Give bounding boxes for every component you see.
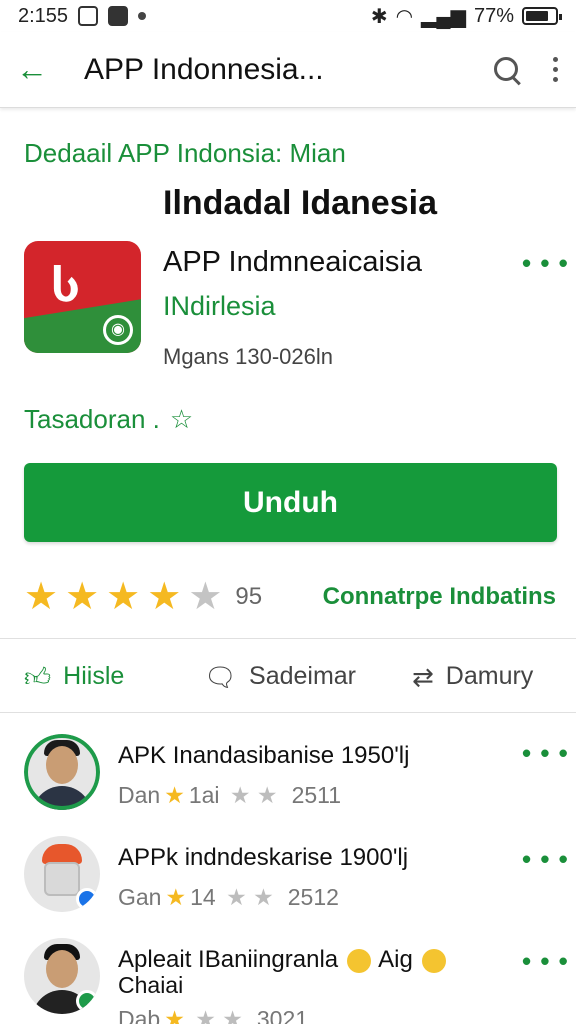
- app-more-icon[interactable]: • • •: [522, 248, 569, 279]
- avatar: [24, 938, 100, 1014]
- star-outline-icon: ☆: [169, 404, 194, 434]
- app-icon-glyph: Ⴑ: [52, 262, 80, 311]
- battery-percent: 77%: [473, 4, 514, 27]
- divider: [0, 638, 576, 639]
- wifi-icon: ◠: [395, 5, 414, 28]
- app-icon: Ⴑ ◉: [24, 241, 141, 353]
- status-time: 2:155: [18, 4, 69, 27]
- star-icon: ★ ★: [188, 1006, 243, 1024]
- star-icon: ★: [164, 782, 185, 808]
- page-title: Ilndadal Idanesia: [163, 184, 437, 222]
- review-more-icon[interactable]: • • •: [522, 738, 569, 769]
- notification-icon: [78, 6, 99, 26]
- review-meta: Gan ★ 14 ★ ★ 2512: [118, 884, 339, 910]
- emoji-icon: [346, 948, 371, 973]
- review-meta: Dan ★ 1ai ★ ★ 2511: [118, 782, 342, 808]
- overflow-menu-icon[interactable]: [550, 57, 560, 82]
- review-title: Apleait IBaniingranla Aig: [118, 946, 448, 974]
- app-badge-icon: ◉: [103, 315, 133, 345]
- tab-like[interactable]: 👍︎ Hiisle: [24, 662, 124, 691]
- list-item[interactable]: APPk indndeskarise 1900'lj Gan ★ 14 ★ ★ …: [0, 836, 576, 936]
- battery-icon: [522, 7, 562, 25]
- list-item[interactable]: Apleait IBaniingranla Aig Chaiai Dab ★ ★…: [0, 938, 576, 1024]
- thumbs-up-icon: 👍︎: [24, 661, 52, 692]
- star-icon-1: ★: [24, 576, 59, 618]
- tag-row[interactable]: Tasadoran . ☆: [24, 404, 193, 435]
- star-icon: ★ ★: [219, 884, 274, 910]
- search-icon[interactable]: [492, 55, 522, 85]
- rating-count: 95: [235, 583, 263, 610]
- star-icon-2: ★: [65, 576, 100, 618]
- divider: [0, 712, 576, 713]
- tag-label: Tasadoran .: [24, 404, 160, 434]
- back-arrow-icon[interactable]: ←: [16, 51, 56, 88]
- rating-row: ★ ★ ★ ★ ★ 95 Connatrpe Indbatins: [24, 574, 556, 620]
- review-more-icon[interactable]: • • •: [522, 946, 569, 977]
- app-developer[interactable]: INdirlesia: [163, 291, 276, 322]
- breadcrumb[interactable]: Dedaail APP Indonsia: Mian: [24, 138, 346, 169]
- tab-share-label: Damury: [445, 662, 534, 690]
- share-icon: ⇄: [412, 661, 434, 692]
- star-icon: ★: [165, 884, 187, 910]
- more-notifications-icon: [138, 12, 147, 20]
- avatar: [24, 734, 100, 810]
- status-bar: 2:155 ✱ ◠ ▂▄▆ 77%: [0, 0, 576, 32]
- action-tabs: 👍︎ Hiisle 🗨︎ Sadeimar ⇄ Damury: [0, 640, 576, 712]
- app-notification-icon: [108, 6, 129, 26]
- tab-comment-label: Sadeimar: [249, 662, 357, 690]
- review-meta: Dab ★ ★ ★ 3021: [118, 1006, 308, 1024]
- signal-icon: ▂▄▆: [421, 5, 466, 28]
- bluetooth-icon: ✱: [370, 5, 388, 28]
- emoji-icon: [421, 948, 446, 973]
- star-icon: ★ ★: [223, 782, 278, 808]
- review-more-icon[interactable]: • • •: [522, 844, 569, 875]
- avatar: [24, 836, 100, 912]
- tab-share[interactable]: ⇄ Damury: [412, 662, 533, 691]
- app-bar: ← APP Indonnesia...: [0, 32, 576, 108]
- app-bar-title: APP Indonnesia...: [84, 52, 324, 86]
- star-icon-4: ★: [147, 576, 182, 618]
- chat-bubble-icon: 🗨︎: [204, 661, 238, 692]
- review-title: APK Inandasibanise 1950'lj: [118, 742, 410, 769]
- star-icon-5: ★: [188, 576, 223, 618]
- install-button[interactable]: Unduh: [24, 463, 557, 542]
- review-title: APPk indndeskarise 1900'lj: [118, 844, 409, 871]
- star-icon-3: ★: [106, 576, 141, 618]
- star-icon: ★: [164, 1006, 185, 1024]
- list-item[interactable]: APK Inandasibanise 1950'lj Dan ★ 1ai ★ ★…: [0, 734, 576, 834]
- app-name: APP Indmneaicaisia: [163, 246, 423, 278]
- review-title-line2: Chaiai: [118, 972, 184, 998]
- tab-comment[interactable]: 🗨︎ Sadeimar: [204, 662, 356, 691]
- rating-link[interactable]: Connatrpe Indbatins: [323, 583, 556, 611]
- tab-like-label: Hiisle: [63, 662, 125, 690]
- app-meta: Mgans 130-026ln: [163, 344, 334, 369]
